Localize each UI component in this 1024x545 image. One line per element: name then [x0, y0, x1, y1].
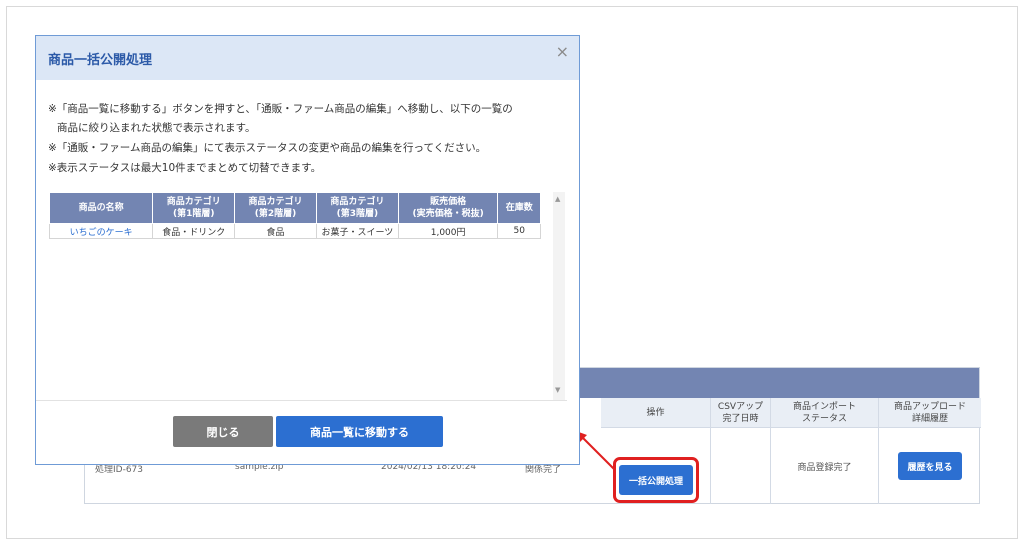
header-operation: 操作	[601, 398, 711, 428]
scrollbar[interactable]: ▲ ▼	[553, 192, 565, 400]
goto-product-list-button[interactable]: 商品一覧に移動する	[276, 416, 443, 447]
cell-csv-date	[711, 428, 771, 504]
note-line-1: ※「商品一覧に移動する」ボタンを押すと、「通販・ファーム商品の編集」へ移動し、以…	[48, 103, 513, 115]
cell-stock: 50	[497, 223, 541, 239]
product-table: 商品の名称 商品カテゴリ (第1階層) 商品カテゴリ (第2階層) 商品カテゴリ…	[48, 192, 541, 239]
cell-category-3: お菓子・スイーツ	[315, 223, 399, 239]
highlight-box	[613, 457, 699, 503]
header-csv-date: CSVアップ 完了日時	[711, 398, 771, 428]
cell-category-1: 食品・ドリンク	[152, 223, 236, 239]
table-row: いちごのケーキ 食品・ドリンク 食品 お菓子・スイーツ 1,000円 50	[48, 223, 541, 239]
th-price: 販売価格 (実売価格・税抜)	[397, 192, 499, 224]
th-category-3: 商品カテゴリ (第3階層)	[315, 192, 399, 224]
cell-history: 履歴を見る	[879, 428, 981, 504]
view-history-button[interactable]: 履歴を見る	[898, 452, 962, 480]
modal-header: 商品一括公開処理 ×	[36, 36, 579, 80]
note-line-2: 商品に絞り込まれた状態で表示されます。	[57, 122, 256, 134]
cell-category-2: 食品	[234, 223, 317, 239]
note-line-3: ※「通販・ファーム商品の編集」にて表示ステータスの変更や商品の編集を行ってくださ…	[48, 142, 487, 154]
note-line-4: ※表示ステータスは最大10件までまとめて切替できます。	[48, 162, 322, 174]
th-stock: 在庫数	[497, 192, 541, 224]
header-import-status: 商品インポート ステータス	[771, 398, 879, 428]
header-upload-history: 商品アップロード 詳細履歴	[879, 398, 981, 428]
bulk-publish-modal: 商品一括公開処理 × ※「商品一覧に移動する」ボタンを押すと、「通販・ファーム商…	[35, 35, 580, 465]
th-category-2: 商品カテゴリ (第2階層)	[234, 192, 317, 224]
th-category-1: 商品カテゴリ (第1階層)	[152, 192, 236, 224]
th-name: 商品の名称	[48, 192, 154, 224]
scroll-up-icon[interactable]: ▲	[555, 195, 560, 203]
cell-price: 1,000円	[397, 223, 499, 239]
cell-import-status: 商品登録完了	[771, 428, 879, 504]
modal-title: 商品一括公開処理	[48, 53, 153, 68]
product-name-link[interactable]: いちごのケーキ	[48, 223, 154, 239]
close-button[interactable]: 閉じる	[173, 416, 273, 447]
close-icon[interactable]: ×	[556, 42, 569, 61]
scroll-down-icon[interactable]: ▼	[555, 386, 560, 394]
